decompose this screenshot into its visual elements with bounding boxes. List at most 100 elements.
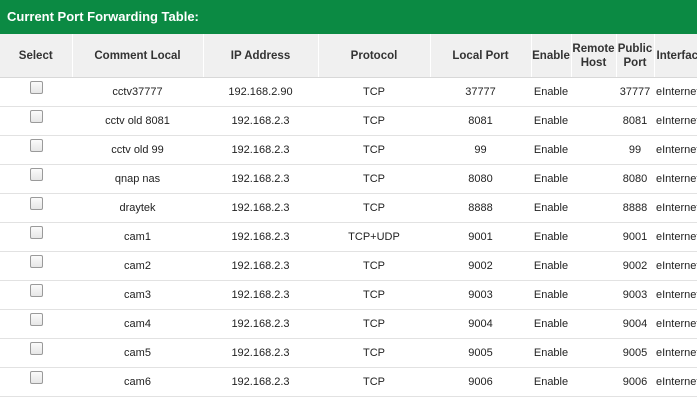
public-port-cell: 8080 bbox=[616, 164, 654, 194]
select-cell bbox=[0, 280, 72, 310]
public-port-cell: 9002 bbox=[616, 251, 654, 281]
comment-cell: cam3 bbox=[72, 280, 203, 310]
remote-host-cell bbox=[571, 280, 616, 310]
local-port-cell: 9001 bbox=[430, 222, 531, 252]
ip-address-cell: 192.168.2.3 bbox=[203, 309, 318, 339]
table-row: cctv old 8081 192.168.2.3 TCP 8081 Enable 808… bbox=[0, 106, 697, 136]
remote-host-cell bbox=[571, 164, 616, 194]
comment-cell: cctv old 8081 bbox=[72, 106, 203, 136]
interface-cell: eInternet bbox=[654, 106, 697, 136]
remote-host-cell bbox=[571, 106, 616, 136]
table-body: cctv37777 192.168.2.90 TCP 37777 Enable 37777… bbox=[0, 77, 697, 397]
ip-address-cell: 192.168.2.3 bbox=[203, 251, 318, 281]
local-port-cell: 9005 bbox=[430, 338, 531, 368]
interface-cell: eInternet bbox=[654, 309, 697, 339]
remote-host-cell bbox=[571, 77, 616, 107]
public-port-cell: 9001 bbox=[616, 222, 654, 252]
protocol-cell: TCP bbox=[318, 77, 430, 107]
column-header-select: Select bbox=[0, 34, 73, 78]
ip-address-cell: 192.168.2.3 bbox=[203, 135, 318, 165]
interface-cell: eInternet bbox=[654, 251, 697, 281]
local-port-cell: 37777 bbox=[430, 77, 531, 107]
port-forwarding-table: Select Comment Local IP Address Protocol… bbox=[0, 34, 697, 397]
remote-host-cell bbox=[571, 222, 616, 252]
row-select-checkbox[interactable] bbox=[29, 255, 43, 269]
column-header-comment: Comment Local bbox=[72, 34, 204, 78]
table-row: draytek 192.168.2.3 TCP 8888 Enable 8888 eInte… bbox=[0, 193, 697, 223]
protocol-cell: TCP bbox=[318, 135, 430, 165]
protocol-cell: TCP bbox=[318, 193, 430, 223]
table-title: Current Port Forwarding Table: bbox=[7, 9, 199, 24]
column-header-local-port: Local Port bbox=[430, 34, 532, 78]
protocol-cell: TCP+UDP bbox=[318, 222, 430, 252]
row-select-checkbox[interactable] bbox=[29, 197, 43, 211]
column-header-interface: Interface bbox=[654, 34, 697, 78]
enable-cell: Enable bbox=[531, 367, 571, 397]
row-select-checkbox[interactable] bbox=[29, 139, 43, 153]
interface-cell: eInternet bbox=[654, 222, 697, 252]
interface-cell: eInternet bbox=[654, 338, 697, 368]
row-select-checkbox[interactable] bbox=[29, 81, 43, 95]
port-forwarding-table-container: Select Comment Local IP Address Protocol… bbox=[0, 34, 697, 400]
comment-cell: cam5 bbox=[72, 338, 203, 368]
comment-cell: cam6 bbox=[72, 367, 203, 397]
column-header-enable: Enable bbox=[531, 34, 572, 78]
local-port-cell: 9003 bbox=[430, 280, 531, 310]
select-cell bbox=[0, 222, 72, 252]
select-cell bbox=[0, 164, 72, 194]
row-select-checkbox[interactable] bbox=[29, 110, 43, 124]
protocol-cell: TCP bbox=[318, 309, 430, 339]
table-header-row: Select Comment Local IP Address Protocol… bbox=[0, 34, 697, 78]
row-select-checkbox[interactable] bbox=[29, 226, 43, 240]
comment-cell: cam4 bbox=[72, 309, 203, 339]
protocol-cell: TCP bbox=[318, 106, 430, 136]
interface-cell: eInternet bbox=[654, 135, 697, 165]
public-port-cell: 8888 bbox=[616, 193, 654, 223]
table-row: cam5 192.168.2.3 TCP 9005 Enable 9005 eInterne… bbox=[0, 338, 697, 368]
local-port-cell: 99 bbox=[430, 135, 531, 165]
comment-cell: draytek bbox=[72, 193, 203, 223]
ip-address-cell: 192.168.2.3 bbox=[203, 338, 318, 368]
row-select-checkbox[interactable] bbox=[29, 371, 43, 385]
protocol-cell: TCP bbox=[318, 280, 430, 310]
remote-host-cell bbox=[571, 338, 616, 368]
remote-host-cell bbox=[571, 135, 616, 165]
comment-cell: cctv old 99 bbox=[72, 135, 203, 165]
local-port-cell: 8081 bbox=[430, 106, 531, 136]
select-cell bbox=[0, 135, 72, 165]
enable-cell: Enable bbox=[531, 309, 571, 339]
select-cell bbox=[0, 309, 72, 339]
select-cell bbox=[0, 193, 72, 223]
column-header-remote-host: Remote Host bbox=[571, 34, 617, 78]
enable-cell: Enable bbox=[531, 106, 571, 136]
enable-cell: Enable bbox=[531, 280, 571, 310]
interface-cell: eInternet bbox=[654, 367, 697, 397]
ip-address-cell: 192.168.2.3 bbox=[203, 193, 318, 223]
interface-cell: eInternet bbox=[654, 193, 697, 223]
row-select-checkbox[interactable] bbox=[29, 168, 43, 182]
comment-cell: qnap nas bbox=[72, 164, 203, 194]
row-select-checkbox[interactable] bbox=[29, 342, 43, 356]
enable-cell: Enable bbox=[531, 77, 571, 107]
row-select-checkbox[interactable] bbox=[29, 284, 43, 298]
table-row: qnap nas 192.168.2.3 TCP 8080 Enable 8080 eInt… bbox=[0, 164, 697, 194]
select-cell bbox=[0, 77, 72, 107]
enable-cell: Enable bbox=[531, 222, 571, 252]
row-select-checkbox[interactable] bbox=[29, 313, 43, 327]
public-port-cell: 9005 bbox=[616, 338, 654, 368]
comment-cell: cam2 bbox=[72, 251, 203, 281]
local-port-cell: 9004 bbox=[430, 309, 531, 339]
public-port-cell: 99 bbox=[616, 135, 654, 165]
public-port-cell: 9003 bbox=[616, 280, 654, 310]
local-port-cell: 8080 bbox=[430, 164, 531, 194]
remote-host-cell bbox=[571, 193, 616, 223]
local-port-cell: 9006 bbox=[430, 367, 531, 397]
interface-cell: eInternet bbox=[654, 164, 697, 194]
ip-address-cell: 192.168.2.3 bbox=[203, 106, 318, 136]
interface-cell: eInternet bbox=[654, 77, 697, 107]
ip-address-cell: 192.168.2.3 bbox=[203, 222, 318, 252]
enable-cell: Enable bbox=[531, 164, 571, 194]
local-port-cell: 9002 bbox=[430, 251, 531, 281]
column-header-ip-address: IP Address bbox=[203, 34, 319, 78]
ip-address-cell: 192.168.2.3 bbox=[203, 164, 318, 194]
